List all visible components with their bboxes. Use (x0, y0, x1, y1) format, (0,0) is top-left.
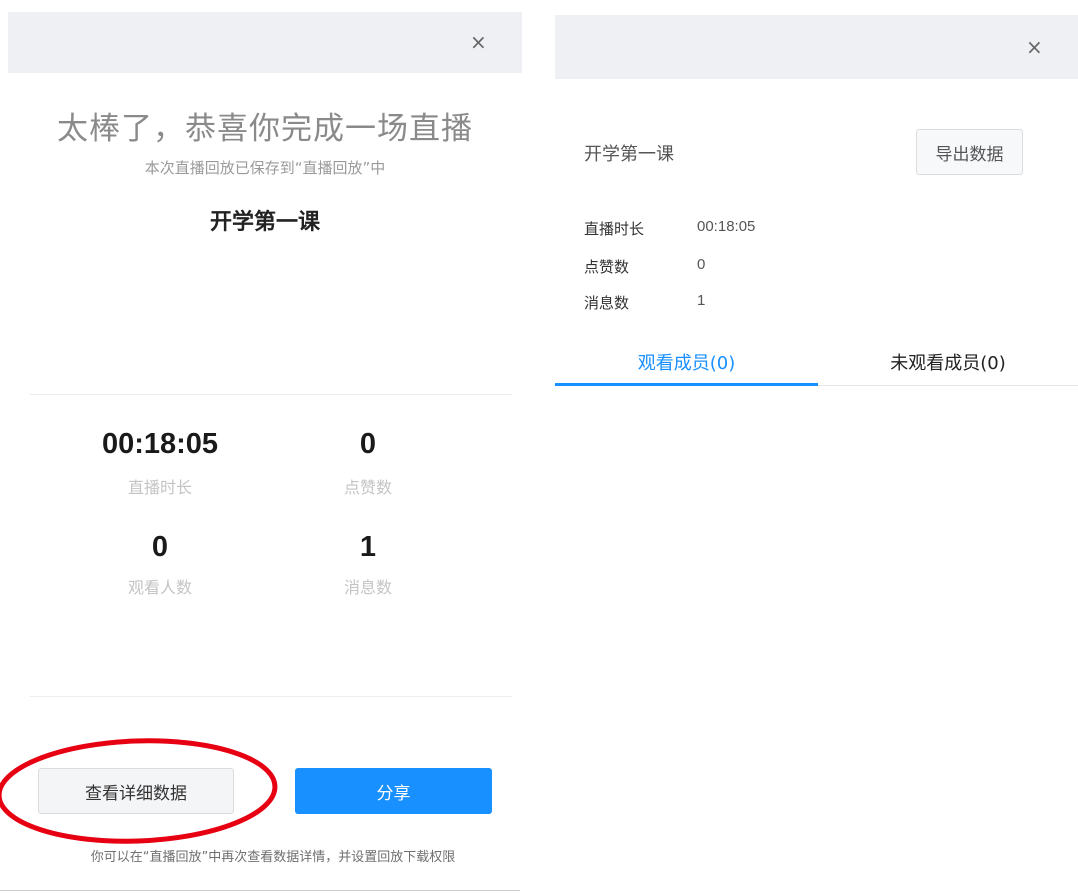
tab-watched-members[interactable]: 观看成员(0) (555, 338, 818, 386)
replay-settings-hint: 你可以在“直播回放”中再次查看数据详情，并设置回放下载权限 (90, 850, 456, 865)
info-value-duration: 00:18:05 (697, 218, 756, 235)
info-label-duration: 直播时长 (584, 220, 645, 238)
stat-viewers-label: 观看人数 (127, 578, 192, 597)
course-title: 开学第一课 (209, 210, 320, 235)
close-icon[interactable]: × (1026, 37, 1043, 57)
stat-messages-value: 1 (359, 531, 377, 563)
view-details-button[interactable]: 查看详细数据 (38, 768, 234, 814)
live-summary-dialog: × 太棒了，恭喜你完成一场直播 本次直播回放已保存到“直播回放”中 开学第一课 … (0, 0, 530, 893)
export-data-button[interactable]: 导出数据 (916, 129, 1023, 175)
stat-messages-label: 消息数 (343, 578, 392, 597)
replay-saved-note: 本次直播回放已保存到“直播回放”中 (144, 159, 386, 177)
share-button[interactable]: 分享 (295, 768, 492, 814)
info-value-messages: 1 (697, 292, 706, 309)
tab-unwatched-members[interactable]: 未观看成员(0) (818, 338, 1078, 386)
divider-bottom (30, 696, 512, 697)
stat-duration-value: 00:18:05 (101, 428, 219, 460)
course-title: 开学第一课 (584, 144, 674, 165)
stat-duration-label: 直播时长 (127, 478, 192, 497)
info-value-likes: 0 (697, 256, 706, 273)
congrats-headline: 太棒了，恭喜你完成一场直播 (57, 111, 473, 147)
live-data-detail-dialog: × 开学第一课 导出数据 直播时长 00:18:05 点赞数 0 消息数 1 观… (555, 0, 1078, 893)
stat-likes-value: 0 (359, 428, 377, 460)
dialog-header: × (555, 15, 1078, 79)
panel-bottom-border (0, 890, 520, 891)
divider-top (30, 394, 512, 395)
info-label-messages: 消息数 (584, 294, 630, 312)
dialog-header: × (8, 12, 522, 73)
stat-viewers-value: 0 (151, 531, 169, 563)
stat-likes-label: 点赞数 (343, 478, 392, 497)
active-tab-indicator (555, 383, 818, 386)
info-label-likes: 点赞数 (584, 258, 630, 276)
close-icon[interactable]: × (470, 32, 487, 52)
